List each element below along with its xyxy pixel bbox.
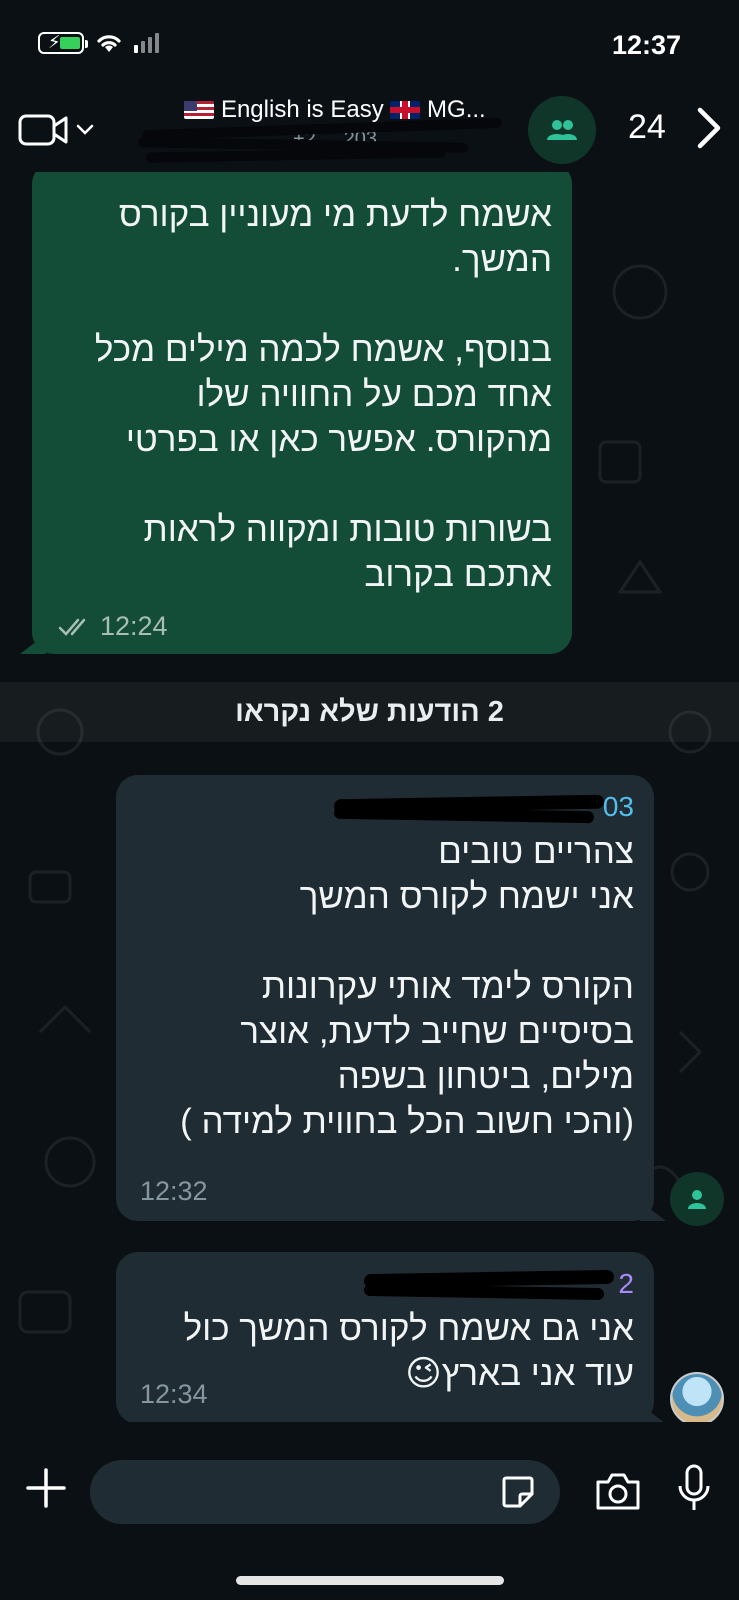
sender-label: 03 xyxy=(602,791,634,822)
sender-label: 2 xyxy=(618,1268,634,1299)
camera-icon[interactable] xyxy=(594,1470,642,1512)
message-text: אשמח לדעת מי מעוניין בקורס המשך. בנוסף, … xyxy=(94,195,552,594)
unread-divider: 2 הודעות שלא נקראו xyxy=(0,682,739,742)
incoming-message[interactable]: 03 צהריים טובים אני ישמח לקורס המשך הקור… xyxy=(116,775,666,1221)
sender-name[interactable]: 2 xyxy=(136,1268,634,1301)
sender-avatar[interactable] xyxy=(670,1372,724,1422)
input-bar xyxy=(0,1422,739,1600)
group-subtitle: +2 ... 203 xyxy=(137,117,520,163)
status-time: 12:37 xyxy=(611,30,681,60)
sender-avatar[interactable] xyxy=(670,1172,724,1226)
us-flag-icon xyxy=(184,101,215,119)
group-name: English is Easy xyxy=(220,96,384,123)
status-bar: ⚡ 12:37 xyxy=(0,0,739,90)
video-call-button[interactable] xyxy=(18,110,98,150)
plus-icon[interactable] xyxy=(24,1466,68,1510)
microphone-icon[interactable] xyxy=(676,1464,712,1514)
group-info[interactable]: English is Easy MG... +2 ... 203 xyxy=(137,96,520,163)
chevron-right-icon[interactable] xyxy=(690,106,730,150)
message-time: 12:24 xyxy=(100,611,168,641)
message-meta: 12:24 xyxy=(58,611,168,642)
unread-count: 24 xyxy=(628,108,666,146)
message-time: 12:32 xyxy=(140,1176,208,1206)
status-icons: ⚡ xyxy=(38,32,159,54)
uk-flag-icon xyxy=(390,101,421,119)
sticker-icon[interactable] xyxy=(500,1474,536,1510)
chat-header: English is Easy MG... +2 ... 203 24 xyxy=(0,90,739,172)
sender-name[interactable]: 03 xyxy=(136,791,634,824)
video-call-icon xyxy=(18,114,68,146)
cellular-signal-icon xyxy=(134,33,159,53)
unread-divider-label: 2 הודעות שלא נקראו xyxy=(235,695,504,728)
chevron-down-icon xyxy=(76,124,94,135)
message-text: אני גם אשמח לקורס המשך כול עוד אני בארץ😉 xyxy=(183,1309,634,1393)
message-time: 12:34 xyxy=(140,1379,208,1409)
wifi-icon xyxy=(97,35,121,52)
chat-area[interactable]: אשמח לדעת מי מעוניין בקורס המשך. בנוסף, … xyxy=(0,172,739,1422)
home-indicator[interactable] xyxy=(236,1576,504,1585)
outgoing-message[interactable]: אשמח לדעת מי מעוניין בקורס המשך. בנוסף, … xyxy=(20,172,572,654)
message-text: צהריים טובים אני ישמח לקורס המשך הקורס ל… xyxy=(180,832,634,1141)
double-check-icon xyxy=(58,618,86,636)
message-input[interactable] xyxy=(90,1460,560,1524)
group-icon xyxy=(547,120,577,140)
group-avatar[interactable] xyxy=(528,96,596,164)
battery-charging-icon: ⚡ xyxy=(38,32,88,54)
incoming-message[interactable]: 2 אני גם אשמח לקורס המשך כול עוד אני באר… xyxy=(116,1252,666,1422)
person-icon xyxy=(688,1190,706,1209)
